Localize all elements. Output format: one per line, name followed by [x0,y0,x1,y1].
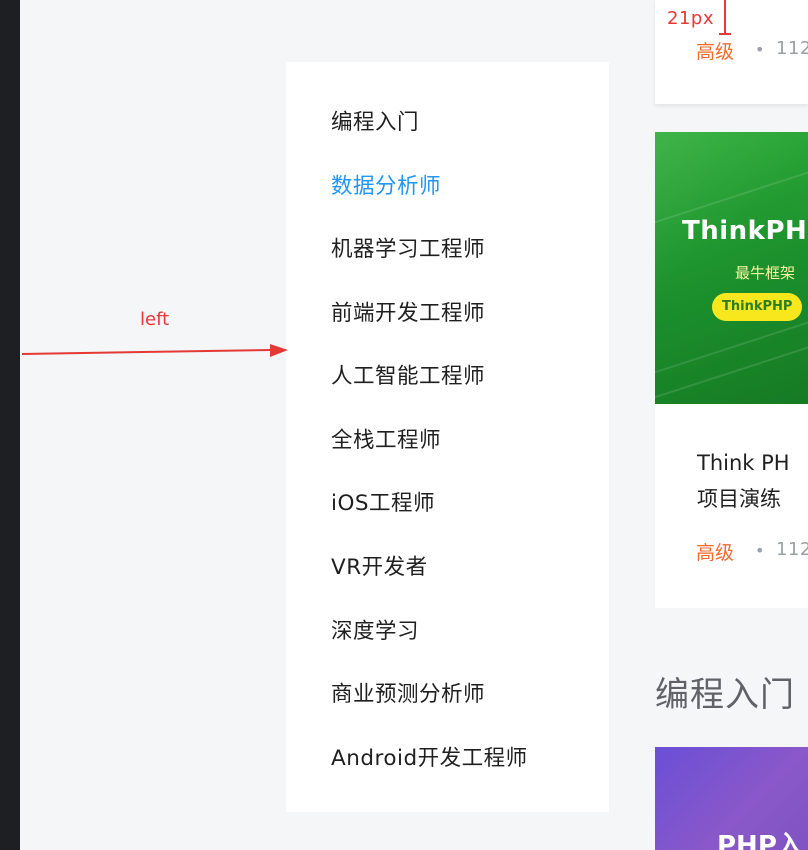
menu-item-ai-engineer[interactable]: 人工智能工程师 [331,359,485,390]
menu-item-data-analyst[interactable]: 数据分析师 [331,169,441,200]
course-card-php-intro[interactable]: PHP入 [655,747,808,850]
spacing-marker [719,0,731,35]
left-annotation: left [140,309,170,330]
thumbnail-subtitle: 最牛框架 [735,264,796,282]
menu-item-frontend-engineer[interactable]: 前端开发工程师 [331,296,485,327]
section-title: 编程入门 [655,675,795,715]
thumbnail-pill: ThinkPHP [712,293,803,321]
menu-item-vr-developer[interactable]: VR开发者 [331,550,428,581]
spacing-annotation: 21px [667,8,714,29]
menu-item-deep-learning[interactable]: 深度学习 [331,614,419,645]
menu-item-ml-engineer[interactable]: 机器学习工程师 [331,232,485,263]
separator-dot: • [755,40,765,59]
course-title-line2: 项目演练 [697,487,781,511]
category-menu: 编程入门 数据分析师 机器学习工程师 前端开发工程师 人工智能工程师 全栈工程师… [286,62,609,812]
course-card-thinkphp[interactable]: ThinkPH 最牛框架 ThinkPHP Think PH 项目演练 高级 •… [655,132,808,608]
menu-item-fullstack-engineer[interactable]: 全栈工程师 [331,423,441,454]
course-thumbnail[interactable]: ThinkPH 最牛框架 ThinkPHP [655,132,808,404]
menu-item-android-engineer[interactable]: Android开发工程师 [331,741,528,772]
thumbnail-title: ThinkPH [682,216,808,246]
thumbnail-title: PHP入 [717,831,803,850]
menu-item-ios-engineer[interactable]: iOS工程师 [331,486,435,517]
course-learner-count: 112 [776,539,808,560]
left-dark-edge [0,0,20,850]
course-title[interactable]: Think PH 项目演练 [697,445,790,517]
course-title-line1: Think PH [697,451,790,475]
course-learner-count: 112 [776,38,808,59]
menu-item-coding-intro[interactable]: 编程入门 [331,105,419,136]
menu-item-business-forecast[interactable]: 商业预测分析师 [331,677,485,708]
separator-dot: • [755,541,765,560]
course-level-badge: 高级 [696,542,735,564]
course-level-badge: 高级 [696,41,735,63]
